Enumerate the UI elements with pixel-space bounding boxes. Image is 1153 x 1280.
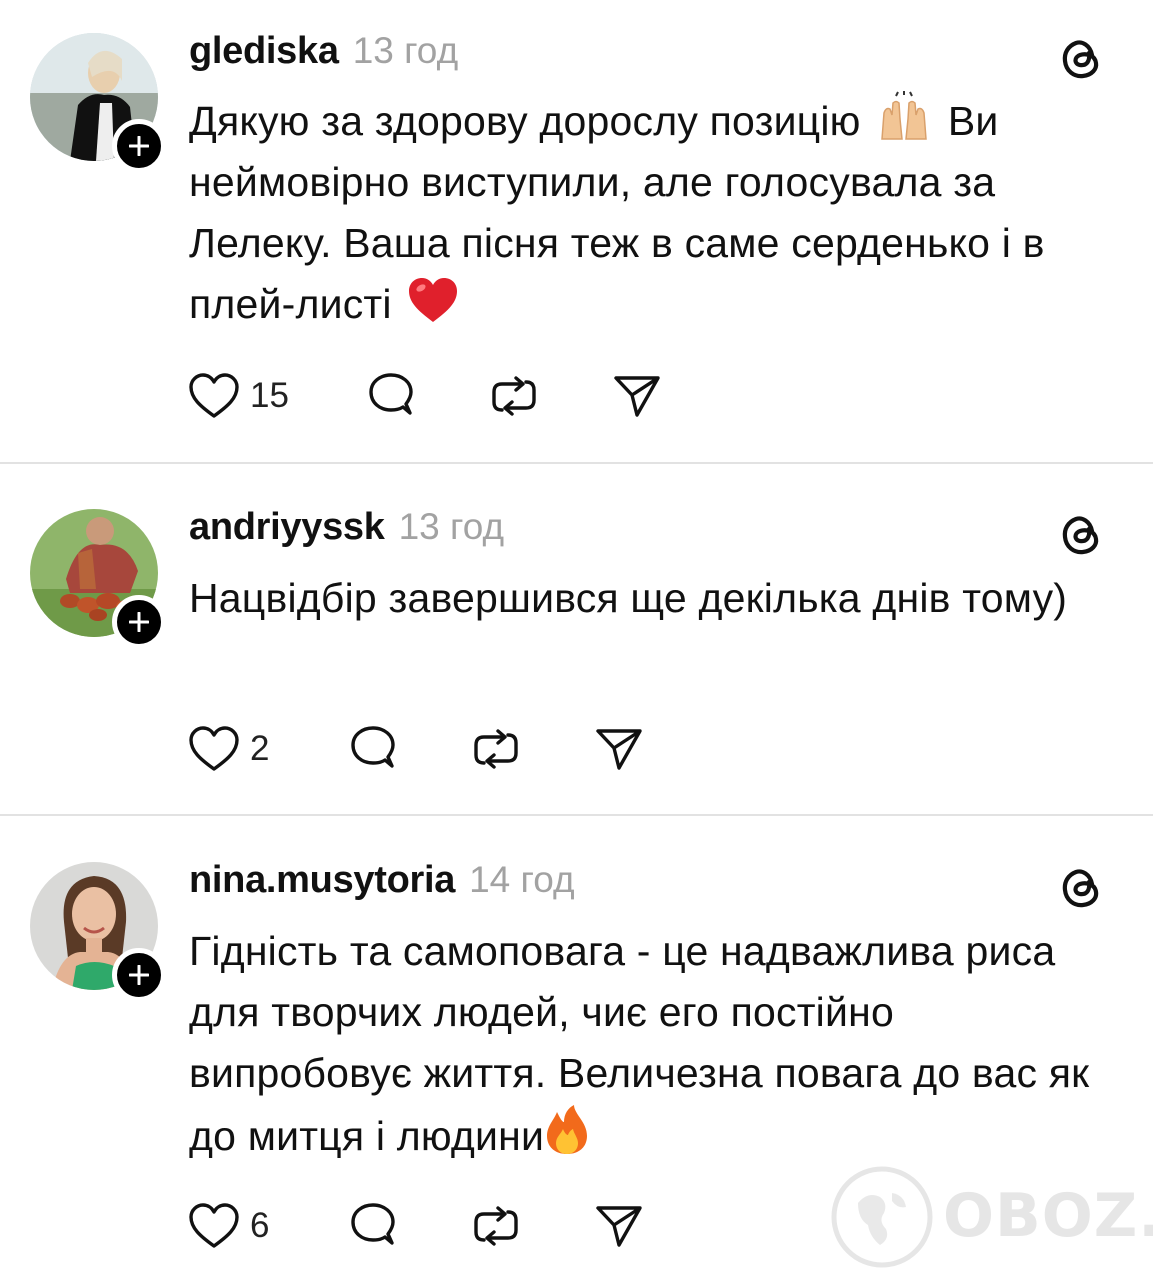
- watermark-text: OBOZ.UA: [943, 1181, 1153, 1251]
- heart-icon: [189, 726, 239, 771]
- username[interactable]: andriyyssk: [189, 506, 385, 549]
- repost-icon: [492, 376, 536, 416]
- heart-icon: [189, 1203, 239, 1248]
- heart-icon: [189, 373, 239, 418]
- send-icon: [596, 729, 642, 770]
- share-button[interactable]: [612, 370, 662, 422]
- like-button[interactable]: 15: [188, 370, 289, 422]
- post-text-part-1: Дякую за здорову дорослу позицію: [189, 98, 861, 144]
- follow-plus-button[interactable]: [112, 595, 166, 649]
- post-divider: [0, 462, 1153, 464]
- repost-button[interactable]: [488, 370, 540, 422]
- fire-icon: [547, 1105, 588, 1154]
- plus-icon: [129, 612, 149, 632]
- timestamp: 13 год: [352, 30, 459, 71]
- send-icon: [596, 1206, 642, 1247]
- follow-plus-button[interactable]: [112, 948, 166, 1002]
- post-header: glediska 13 год: [189, 30, 458, 80]
- like-button[interactable]: 2: [188, 723, 269, 775]
- avatar-wrap: [30, 862, 166, 1002]
- timestamp: 13 год: [398, 506, 505, 547]
- threads-logo-icon[interactable]: [1056, 509, 1106, 559]
- oboz-watermark: OBOZ.UA: [828, 1163, 1153, 1271]
- post-divider: [0, 814, 1153, 816]
- repost-button[interactable]: [470, 723, 522, 775]
- like-count: 6: [250, 1206, 270, 1245]
- reply-button[interactable]: [348, 723, 398, 775]
- avatar-wrap: [30, 33, 166, 173]
- like-count: 15: [250, 376, 289, 415]
- post-header: nina.musytoria 14 год: [189, 859, 575, 909]
- comment-icon: [351, 1203, 395, 1245]
- plus-icon: [129, 136, 149, 156]
- repost-button[interactable]: [470, 1200, 522, 1252]
- repost-icon: [474, 1206, 518, 1246]
- post-text: Нацвідбір завершився ще декілька днів то…: [189, 575, 1068, 621]
- follow-plus-button[interactable]: [112, 119, 166, 173]
- plus-icon: [129, 965, 149, 985]
- reply-button[interactable]: [348, 1200, 398, 1252]
- like-button[interactable]: 6: [188, 1200, 269, 1252]
- post-text: Дякую за здорову дорослу позицію Ви нейм…: [189, 91, 1119, 335]
- timestamp: 14 год: [469, 859, 575, 900]
- username[interactable]: glediska: [189, 30, 339, 73]
- share-button[interactable]: [594, 1200, 644, 1252]
- avatar-wrap: [30, 509, 166, 649]
- raising-hands-icon: [881, 91, 928, 140]
- post-text: Гідність та самоповага - це надважлива р…: [189, 921, 1119, 1167]
- red-heart-icon: [409, 278, 458, 322]
- post-header: andriyyssk 13 год: [189, 506, 504, 556]
- threads-logo-icon[interactable]: [1056, 33, 1106, 83]
- comment-icon: [351, 726, 395, 768]
- comment-icon: [369, 373, 413, 415]
- post-text-content: Гідність та самоповага - це надважлива р…: [189, 928, 1090, 1159]
- threads-logo-icon[interactable]: [1056, 862, 1106, 912]
- share-button[interactable]: [594, 723, 644, 775]
- like-count: 2: [250, 729, 270, 768]
- username[interactable]: nina.musytoria: [189, 859, 455, 902]
- send-icon: [614, 376, 660, 417]
- repost-icon: [474, 729, 518, 769]
- globe-logo-icon: [831, 1166, 933, 1268]
- reply-button[interactable]: [366, 370, 416, 422]
